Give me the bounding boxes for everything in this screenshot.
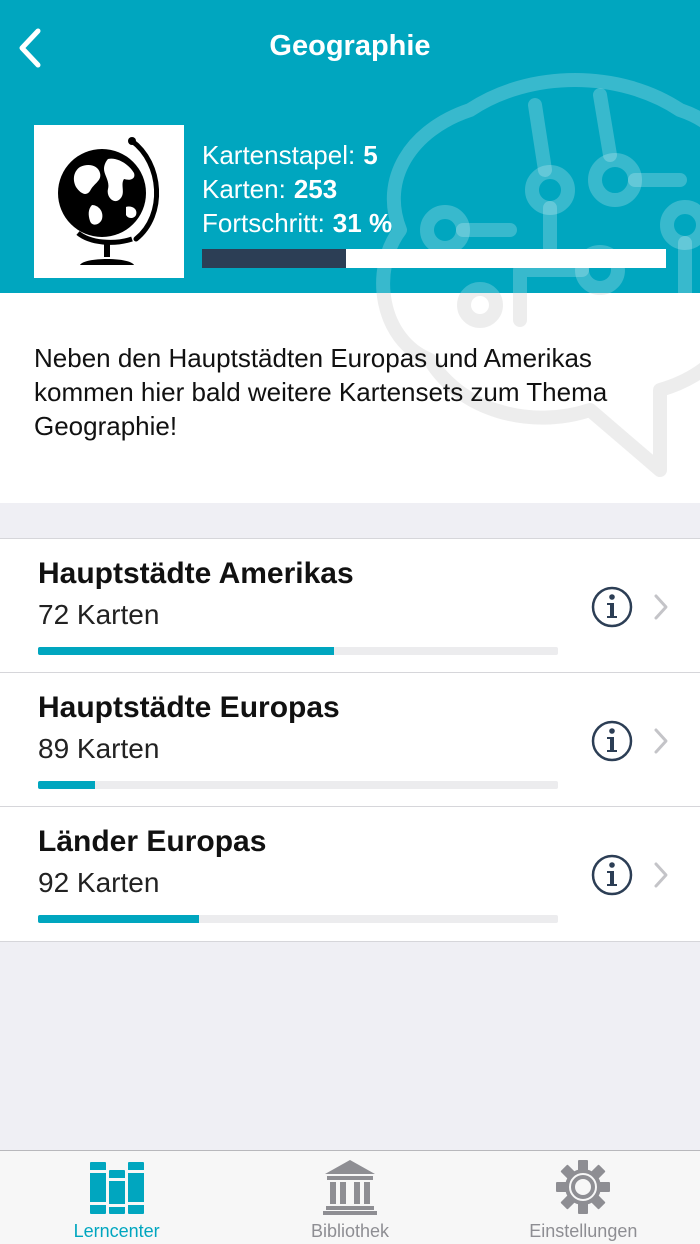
stat-label: Kartenstapel: [202,140,356,170]
chevron-right-icon [654,594,668,620]
stat-value: 31 % [332,208,393,238]
chevron-right-icon [654,862,668,888]
deck-row[interactable]: Hauptstädte Europas 89 Karten [0,673,700,807]
stat-karten: Karten: 253 [202,172,392,206]
deck-name: Hauptstädte Europas [38,691,340,724]
deck-row[interactable]: Hauptstädte Amerikas 72 Karten [0,539,700,673]
tab-lerncenter[interactable]: Lerncenter [0,1151,233,1244]
description-text: Neben den Hauptstädten Europas und Ameri… [34,343,608,441]
deck-progress-bar [38,647,558,655]
deck-card-count: 72 Karten [38,599,160,630]
library-icon [320,1157,380,1217]
stat-label: Fortschritt: [202,208,325,238]
stat-kartenstapel: Kartenstapel: 5 [202,138,392,172]
deck-progress-fill [38,647,335,655]
tab-bar: Lerncenter Bibliothek Einstellungen [0,1150,700,1244]
deck-name: Länder Europas [38,825,267,858]
stat-value: 253 [293,174,338,204]
deck-stats: Kartenstapel: 5 Karten: 253 Fortschritt: 31… [202,138,392,240]
deck-name: Hauptstädte Amerikas [38,557,354,590]
tab-einstellungen[interactable]: Einstellungen [467,1151,700,1244]
deck-progress-bar [38,781,558,789]
overall-progress-fill [202,249,346,268]
info-icon[interactable] [591,854,633,896]
deck-card-count: 89 Karten [38,733,160,764]
deck-progress-bar [38,915,558,923]
header: Geographie Kartenstapel: 5 Karten: 253 For… [0,0,700,293]
gear-icon [553,1157,613,1217]
stat-fortschritt: Fortschritt: 31 % [202,206,392,240]
deck-card-count: 92 Karten [38,867,160,898]
chevron-right-icon [654,728,668,754]
tab-label: Lerncenter [73,1221,160,1241]
deck-list: Hauptstädte Amerikas 72 Karten Hauptstäd… [0,538,700,942]
deck-image [34,125,184,278]
tab-label: Bibliothek [310,1221,389,1241]
page-title: Geographie [269,30,431,62]
deck-progress-fill [38,915,200,923]
info-icon[interactable] [591,720,633,762]
tab-label: Einstellungen [529,1221,638,1241]
description-area: Neben den Hauptstädten Europas und Ameri… [0,293,700,503]
globe-icon [58,136,159,265]
deck-row[interactable]: Länder Europas 92 Karten [0,807,700,941]
deck-progress-fill [38,781,96,789]
stat-value: 5 [363,140,378,170]
stat-label: Karten: [202,174,286,204]
tab-bibliothek[interactable]: Bibliothek [233,1151,466,1244]
info-icon[interactable] [591,586,633,628]
overall-progress-bar [202,249,666,268]
books-icon [87,1157,147,1217]
